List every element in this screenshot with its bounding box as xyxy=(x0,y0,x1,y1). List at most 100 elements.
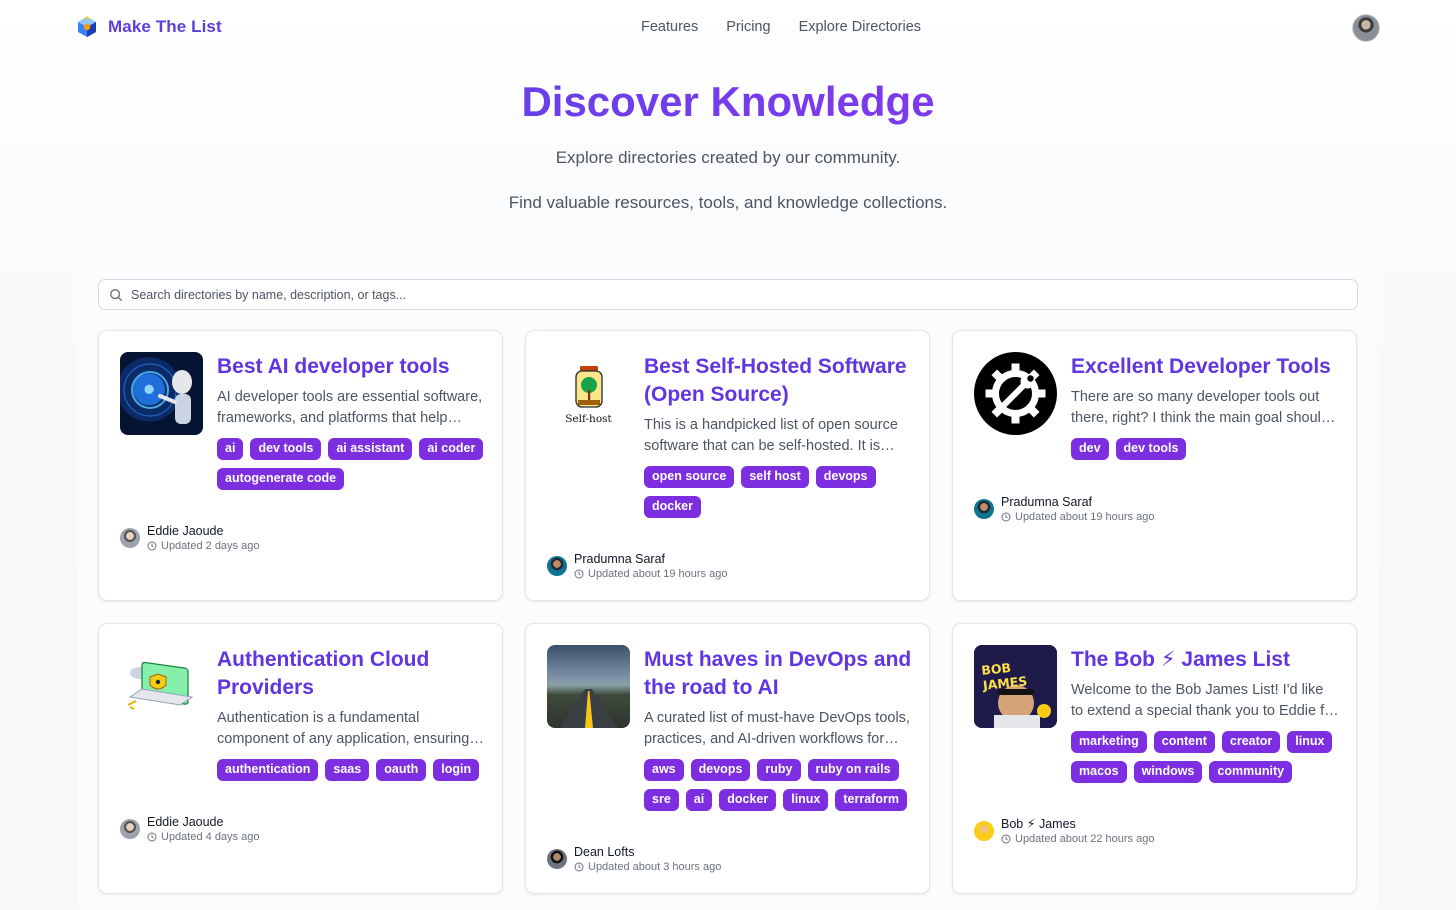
author-avatar xyxy=(974,499,994,519)
card-author: Pradumna Saraf Updated about 19 hours ag… xyxy=(547,552,727,580)
tag[interactable]: devops xyxy=(690,759,751,781)
tag[interactable]: windows xyxy=(1133,761,1203,783)
card-thumbnail-bob-james: BOB JAMES xyxy=(974,645,1057,728)
nav-link-pricing[interactable]: Pricing xyxy=(726,19,770,35)
updated-time: Updated 4 days ago xyxy=(147,831,259,843)
updated-time: Updated about 19 hours ago xyxy=(1001,511,1154,523)
tag[interactable]: dev tools xyxy=(1115,438,1187,460)
clock-icon xyxy=(1001,512,1011,522)
card-author: Eddie Jaoude Updated 4 days ago xyxy=(120,815,259,843)
brand-name: Make The List xyxy=(108,17,222,36)
author-name: Pradumna Saraf xyxy=(574,552,666,566)
updated-time: Updated about 22 hours ago xyxy=(1001,833,1154,845)
directory-card[interactable]: Self-host Best Self-Hosted Software (Ope… xyxy=(525,330,930,601)
tag[interactable]: ai xyxy=(685,789,713,811)
nav-links: Features Pricing Explore Directories xyxy=(641,19,921,35)
directory-card[interactable]: Authentication Cloud Providers Authentic… xyxy=(98,623,503,894)
tag[interactable]: login xyxy=(433,759,480,781)
author-avatar xyxy=(120,528,140,548)
directory-card[interactable]: Excellent Developer Tools There are so m… xyxy=(952,330,1357,601)
card-description: A curated list of must-have DevOps tools… xyxy=(644,710,910,747)
card-title[interactable]: Excellent Developer Tools xyxy=(1071,353,1339,381)
tag[interactable]: marketing xyxy=(1071,731,1147,753)
search-input[interactable] xyxy=(131,287,1331,302)
card-body: The Bob ⚡ James List Welcome to the Bob … xyxy=(1071,646,1339,783)
card-thumbnail-self-host: Self-host xyxy=(547,352,630,435)
tag[interactable]: linux xyxy=(783,789,829,811)
card-title[interactable]: Authentication Cloud Providers xyxy=(217,646,485,702)
tag[interactable]: sre xyxy=(644,789,679,811)
card-title[interactable]: Best Self-Hosted Software (Open Source) xyxy=(644,353,912,409)
brand-link[interactable]: Make The List xyxy=(76,15,222,39)
tag[interactable]: linux xyxy=(1287,731,1333,753)
hero-subtitle-secondary: Find valuable resources, tools, and know… xyxy=(508,193,948,212)
tag[interactable]: docker xyxy=(719,789,777,811)
card-title[interactable]: Must haves in DevOps and the road to AI xyxy=(644,646,912,702)
tag[interactable]: creator xyxy=(1221,731,1281,753)
tag[interactable]: content xyxy=(1153,731,1215,753)
updated-text: Updated about 22 hours ago xyxy=(1015,833,1155,845)
updated-time: Updated 2 days ago xyxy=(147,540,259,552)
thumbnail-caption: Self-host xyxy=(565,413,612,425)
card-body: Best Self-Hosted Software (Open Source) … xyxy=(644,353,912,518)
robot-illustration-icon xyxy=(123,363,192,424)
card-description: There are so many developer tools out th… xyxy=(1071,389,1329,426)
author-avatar xyxy=(974,821,994,841)
clock-icon xyxy=(147,832,157,842)
card-body: Authentication Cloud Providers Authentic… xyxy=(217,646,485,781)
card-description: AI developer tools are essential softwar… xyxy=(217,389,483,426)
search-bar xyxy=(98,279,1358,310)
card-author: Eddie Jaoude Updated 2 days ago xyxy=(120,524,259,552)
card-thumbnail-road xyxy=(547,645,630,728)
card-body: Must haves in DevOps and the road to AI … xyxy=(644,646,912,811)
tag[interactable]: authentication xyxy=(217,759,319,781)
nav-link-features[interactable]: Features xyxy=(641,19,698,35)
tag-list: dev dev tools xyxy=(1071,438,1339,460)
tag[interactable]: saas xyxy=(325,759,370,781)
tag[interactable]: devops xyxy=(815,466,876,488)
tag[interactable]: oauth xyxy=(376,759,427,781)
author-name: Eddie Jaoude xyxy=(147,524,224,538)
author-name: Eddie Jaoude xyxy=(147,815,224,829)
updated-text: Updated 2 days ago xyxy=(161,540,260,552)
updated-text: Updated 4 days ago xyxy=(161,831,260,843)
tag[interactable]: aws xyxy=(644,759,684,781)
directory-card[interactable]: Must haves in DevOps and the road to AI … xyxy=(525,623,930,894)
tag[interactable]: ai assistant xyxy=(328,438,413,460)
tag[interactable]: dev xyxy=(1071,438,1109,460)
road-landscape-icon xyxy=(560,689,617,728)
nav-link-explore-directories[interactable]: Explore Directories xyxy=(799,19,922,35)
directory-card[interactable]: Best AI developer tools AI developer too… xyxy=(98,330,503,601)
tag[interactable]: open source xyxy=(644,466,735,488)
updated-text: Updated about 19 hours ago xyxy=(1015,511,1155,523)
card-description: Welcome to the Bob James List! I'd like … xyxy=(1071,682,1338,719)
directory-card[interactable]: BOB JAMES The Bob ⚡ James List Welcome t… xyxy=(952,623,1357,894)
user-avatar[interactable] xyxy=(1352,14,1380,42)
tag[interactable]: ruby xyxy=(757,759,801,781)
card-description: Authentication is a fundamental componen… xyxy=(217,710,470,747)
card-title[interactable]: Best AI developer tools xyxy=(217,353,485,381)
tag-list: ai dev tools ai assistant ai coder autog… xyxy=(217,438,485,490)
tag[interactable]: macos xyxy=(1071,761,1127,783)
updated-time: Updated about 3 hours ago xyxy=(574,861,721,873)
card-description: This is a handpicked list of open source… xyxy=(644,417,898,454)
card-thumbnail-ai-robot xyxy=(120,352,203,435)
tag[interactable]: docker xyxy=(644,496,701,518)
tag[interactable]: terraform xyxy=(835,789,907,811)
card-author: Bob ⚡ James Updated about 22 hours ago xyxy=(974,817,1154,845)
tag[interactable]: ai coder xyxy=(419,438,484,460)
tag[interactable]: community xyxy=(1209,761,1293,783)
tag[interactable]: dev tools xyxy=(250,438,322,460)
gear-wrench-icon xyxy=(985,363,1046,424)
tag-list: marketing content creator linux macos wi… xyxy=(1071,731,1339,783)
tag[interactable]: autogenerate code xyxy=(217,468,345,490)
hero-subtitle: Explore directories created by our commu… xyxy=(555,148,901,167)
card-body: Excellent Developer Tools There are so m… xyxy=(1071,353,1339,460)
card-title[interactable]: The Bob ⚡ James List xyxy=(1071,646,1339,674)
card-thumbnail-authentication xyxy=(120,645,203,728)
tag[interactable]: ai xyxy=(217,438,244,460)
author-name: Pradumna Saraf xyxy=(1001,495,1093,509)
author-name: Dean Lofts xyxy=(574,845,635,859)
tag[interactable]: self host xyxy=(741,466,809,488)
tag[interactable]: ruby on rails xyxy=(807,759,899,781)
